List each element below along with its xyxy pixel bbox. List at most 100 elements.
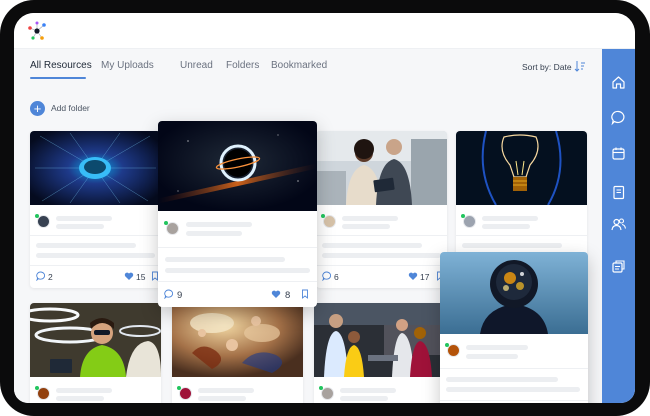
card-divider bbox=[440, 400, 588, 401]
add-folder-label: Add folder bbox=[51, 103, 90, 113]
title-placeholder bbox=[186, 222, 252, 227]
card-thumbnail bbox=[456, 131, 587, 205]
card-thumbnail bbox=[30, 303, 161, 377]
author-avatar[interactable] bbox=[463, 215, 476, 228]
tab-all-resources[interactable]: All Resources bbox=[30, 60, 92, 71]
like-count: 17 bbox=[420, 272, 430, 282]
resource-card[interactable] bbox=[172, 303, 303, 403]
author-avatar[interactable] bbox=[37, 387, 50, 400]
card-divider bbox=[316, 235, 447, 236]
title-placeholder bbox=[482, 216, 538, 221]
author-avatar[interactable] bbox=[166, 222, 179, 235]
card-divider bbox=[158, 281, 317, 282]
subtitle-placeholder bbox=[340, 396, 388, 401]
plus-icon: + bbox=[30, 101, 45, 116]
chat-icon[interactable] bbox=[610, 109, 627, 126]
title-placeholder bbox=[56, 388, 112, 393]
cards-icon[interactable] bbox=[610, 258, 627, 275]
resource-card[interactable]: 2 15 bbox=[30, 131, 161, 288]
text-placeholder bbox=[462, 243, 562, 248]
users-icon[interactable] bbox=[610, 216, 627, 233]
comment-icon[interactable] bbox=[36, 271, 46, 281]
card-divider bbox=[316, 265, 447, 266]
like-count: 8 bbox=[285, 290, 291, 301]
author-avatar[interactable] bbox=[179, 387, 192, 400]
comment-icon[interactable] bbox=[322, 271, 332, 281]
card-divider bbox=[158, 247, 317, 248]
subtitle-placeholder bbox=[56, 224, 104, 229]
online-status-dot bbox=[177, 386, 181, 390]
sort-descending-icon[interactable] bbox=[574, 60, 586, 72]
book-icon[interactable] bbox=[610, 184, 627, 201]
card-divider bbox=[30, 265, 161, 266]
card-divider bbox=[30, 235, 161, 236]
online-status-dot bbox=[461, 214, 465, 218]
subtitle-placeholder bbox=[186, 231, 242, 236]
sort-dropdown[interactable]: Sort by: Date bbox=[522, 62, 572, 72]
text-placeholder bbox=[36, 253, 155, 258]
active-tab-indicator bbox=[30, 77, 86, 79]
resource-card[interactable]: 8 8 bbox=[440, 252, 588, 403]
online-status-dot bbox=[321, 214, 325, 218]
title-placeholder bbox=[198, 388, 254, 393]
top-bar bbox=[14, 13, 635, 49]
calendar-icon[interactable] bbox=[610, 145, 627, 162]
card-divider bbox=[440, 368, 588, 369]
app-logo[interactable] bbox=[22, 16, 52, 46]
card-thumbnail bbox=[314, 303, 445, 377]
heart-icon[interactable] bbox=[271, 289, 281, 299]
tab-unread[interactable]: Unread bbox=[180, 60, 213, 71]
author-avatar[interactable] bbox=[37, 215, 50, 228]
title-placeholder bbox=[342, 216, 398, 221]
text-placeholder bbox=[322, 253, 441, 258]
subtitle-placeholder bbox=[56, 396, 104, 401]
heart-icon[interactable] bbox=[408, 271, 418, 281]
text-placeholder bbox=[446, 387, 580, 392]
resource-card[interactable] bbox=[30, 303, 161, 403]
tab-my-uploads[interactable]: My Uploads bbox=[101, 60, 154, 71]
card-thumbnail bbox=[440, 252, 588, 334]
like-count: 15 bbox=[136, 272, 146, 282]
title-placeholder bbox=[340, 388, 396, 393]
comment-count: 9 bbox=[177, 290, 183, 301]
resource-card[interactable] bbox=[314, 303, 445, 403]
online-status-dot bbox=[164, 221, 168, 225]
card-thumbnail bbox=[316, 131, 447, 205]
title-placeholder bbox=[56, 216, 112, 221]
author-avatar[interactable] bbox=[323, 215, 336, 228]
online-status-dot bbox=[445, 343, 449, 347]
resource-card[interactable]: 6 17 bbox=[316, 131, 447, 288]
text-placeholder bbox=[165, 257, 285, 262]
comment-icon[interactable] bbox=[164, 289, 174, 299]
main-content: All Resources My Uploads Unread Folders … bbox=[14, 49, 602, 403]
online-status-dot bbox=[35, 386, 39, 390]
tab-folders[interactable]: Folders bbox=[226, 60, 259, 71]
card-thumbnail bbox=[30, 131, 161, 205]
card-thumbnail bbox=[172, 303, 303, 377]
tab-bookmarked[interactable]: Bookmarked bbox=[271, 60, 327, 71]
subtitle-placeholder bbox=[466, 354, 518, 359]
bookmark-icon[interactable] bbox=[300, 289, 310, 299]
text-placeholder bbox=[446, 377, 558, 382]
title-placeholder bbox=[466, 345, 528, 350]
card-divider bbox=[456, 235, 587, 236]
text-placeholder bbox=[322, 243, 422, 248]
author-avatar[interactable] bbox=[447, 344, 460, 357]
device-frame: All Resources My Uploads Unread Folders … bbox=[0, 0, 650, 416]
online-status-dot bbox=[319, 386, 323, 390]
app-screen: All Resources My Uploads Unread Folders … bbox=[14, 13, 635, 403]
right-nav-rail bbox=[602, 49, 635, 403]
text-placeholder bbox=[165, 268, 310, 273]
home-icon[interactable] bbox=[610, 74, 627, 91]
online-status-dot bbox=[35, 214, 39, 218]
heart-icon[interactable] bbox=[124, 271, 134, 281]
resource-card[interactable]: 9 8 bbox=[158, 121, 317, 307]
comment-count: 2 bbox=[48, 272, 53, 282]
text-placeholder bbox=[36, 243, 136, 248]
card-thumbnail bbox=[158, 121, 317, 211]
author-avatar[interactable] bbox=[321, 387, 334, 400]
comment-count: 6 bbox=[334, 272, 339, 282]
subtitle-placeholder bbox=[198, 396, 246, 401]
subtitle-placeholder bbox=[342, 224, 390, 229]
subtitle-placeholder bbox=[482, 224, 530, 229]
